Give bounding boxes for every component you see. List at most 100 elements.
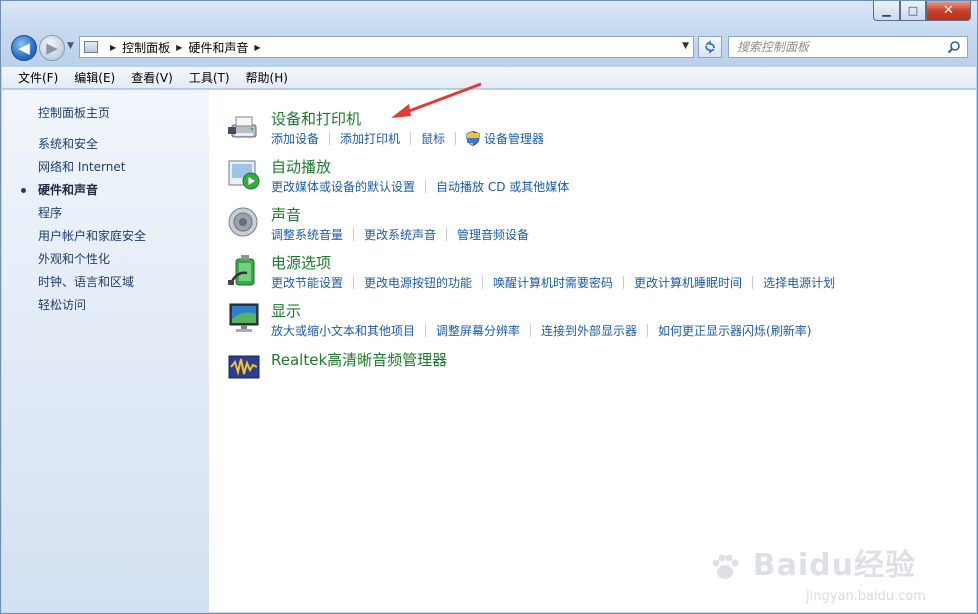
sidebar-item-label: 时钟、语言和区域 [38,275,135,289]
link-add-device[interactable]: 添加设备 [271,130,319,147]
address-bar[interactable]: ▶ 控制面板 ▶ 硬件和声音 ▶ ▼ [79,36,694,58]
sound-links: 调整系统音量 更改系统声音 管理音频设备 [271,226,529,243]
link-divider [623,276,625,289]
link-manage-audio-devices[interactable]: 管理音频设备 [457,226,529,243]
link-change-default-settings[interactable]: 更改媒体或设备的默认设置 [271,178,415,195]
link-choose-power-plan[interactable]: 选择电源计划 [763,274,835,291]
power-options-links: 更改节能设置 更改电源按钮的功能 唤醒计算机时需要密码 更改计算机睡眠时间 选择… [271,274,835,291]
speaker-icon[interactable] [227,205,261,239]
menu-file[interactable]: 文件(F) [8,69,64,86]
link-wake-password[interactable]: 唤醒计算机时需要密码 [493,274,613,291]
link-text-size[interactable]: 放大或缩小文本和其他项目 [271,322,415,339]
search-input[interactable] [737,40,937,54]
link-divider [455,132,457,145]
menu-help[interactable]: 帮助(H) [236,69,294,86]
uac-shield-icon [466,131,480,146]
sidebar-home-link[interactable]: 控制面板主页 [38,104,110,121]
link-mouse[interactable]: 鼠标 [421,130,445,147]
battery-icon[interactable] [227,253,261,287]
link-divider [353,276,355,289]
sidebar-item-label: 网络和 Internet [38,160,126,174]
sidebar-item-label: 硬件和声音 [38,183,99,197]
menu-edit[interactable]: 编辑(E) [64,69,121,86]
link-power-saving-settings[interactable]: 更改节能设置 [271,274,343,291]
link-device-manager-wrap[interactable]: 设备管理器 [466,130,544,147]
forward-button[interactable]: ▶ [39,35,65,61]
menu-view[interactable]: 查看(V) [121,69,179,86]
refresh-button[interactable] [698,36,722,58]
link-change-system-sounds[interactable]: 更改系统声音 [364,226,436,243]
menu-tools[interactable]: 工具(T) [179,69,236,86]
link-sleep-time[interactable]: 更改计算机睡眠时间 [634,274,742,291]
link-divider [425,180,427,193]
link-external-display[interactable]: 连接到外部显示器 [541,322,637,339]
sound-title[interactable]: 声音 [271,204,301,225]
link-divider [410,132,412,145]
sidebar-item-label: 轻松访问 [38,298,87,312]
breadcrumb-chevron-icon[interactable]: ▶ [110,43,116,52]
watermark-brand: Baidu经验 [752,548,916,583]
minimize-button[interactable]: ▁ [873,1,900,21]
control-panel-icon [84,41,98,53]
main-content: 设备和打印机 添加设备 添加打印机 鼠标 设备管理器 自动播放 更改媒体或设备的… [209,82,976,612]
sidebar-item-programs[interactable]: 程序 [38,205,146,228]
autoplay-icon[interactable] [227,157,261,191]
autoplay-links: 更改媒体或设备的默认设置 自动播放 CD 或其他媒体 [271,178,569,195]
realtek-icon[interactable] [227,350,261,384]
link-divider [329,132,331,145]
link-screen-resolution[interactable]: 调整屏幕分辨率 [436,322,520,339]
link-divider [647,324,649,337]
link-adjust-volume[interactable]: 调整系统音量 [271,226,343,243]
link-divider [530,324,532,337]
power-options-title[interactable]: 电源选项 [271,252,331,273]
link-add-printer[interactable]: 添加打印机 [340,130,400,147]
display-title[interactable]: 显示 [271,300,301,321]
navigation-bar: ◀ ▶ ▼ ▶ 控制面板 ▶ 硬件和声音 ▶ ▼ [1,31,977,63]
refresh-icon [705,40,715,54]
search-box[interactable] [728,36,968,58]
search-icon[interactable] [947,40,961,54]
link-refresh-rate[interactable]: 如何更正显示器闪烁(刷新率) [658,322,811,339]
sidebar-item-clock-language[interactable]: 时钟、语言和区域 [38,274,146,297]
display-links: 放大或缩小文本和其他项目 调整屏幕分辨率 连接到外部显示器 如何更正显示器闪烁(… [271,322,811,339]
devices-printers-title[interactable]: 设备和打印机 [271,108,361,129]
link-divider [446,228,448,241]
autoplay-title[interactable]: 自动播放 [271,156,331,177]
realtek-title[interactable]: Realtek高清晰音频管理器 [271,349,447,370]
back-button[interactable]: ◀ [11,35,37,61]
link-divider [482,276,484,289]
breadcrumb-chevron-icon[interactable]: ▶ [176,43,182,52]
sidebar-item-appearance[interactable]: 外观和个性化 [38,251,146,274]
recent-pages-dropdown-icon[interactable]: ▼ [67,41,74,51]
sidebar-category-list: 系统和安全 网络和 Internet 硬件和声音 程序 用户帐户和家庭安全 外观… [21,136,146,320]
window-controls: ▁ □ ✕ [873,1,971,21]
sidebar-item-hardware-sound[interactable]: 硬件和声音 [21,182,146,205]
sidebar-item-user-accounts[interactable]: 用户帐户和家庭安全 [38,228,146,251]
link-divider [752,276,754,289]
title-bar: ▁ □ ✕ [1,1,977,27]
annotation-arrow-icon [391,82,482,118]
monitor-icon[interactable] [227,301,261,335]
sidebar-item-ease-of-access[interactable]: 轻松访问 [38,297,146,320]
active-bullet-icon [21,188,26,193]
close-button[interactable]: ✕ [926,1,971,21]
sidebar-item-network[interactable]: 网络和 Internet [38,159,146,182]
sidebar-item-label: 用户帐户和家庭安全 [38,229,147,243]
link-power-button-function[interactable]: 更改电源按钮的功能 [364,274,472,291]
sidebar-item-system-security[interactable]: 系统和安全 [38,136,146,159]
watermark-url: jingyan.baidu.com [806,589,926,604]
breadcrumb-hardware-sound[interactable]: 硬件和声音 [188,39,248,56]
printer-icon[interactable] [227,109,261,143]
link-device-manager[interactable]: 设备管理器 [484,130,544,147]
control-panel-window: ▁ □ ✕ ◀ ▶ ▼ ▶ 控制面板 ▶ 硬件和声音 ▶ ▼ 搜索控制面板 文件… [0,0,978,614]
baidu-jingyan-watermark: Baidu经验 [709,540,916,584]
baidu-paw-icon [712,554,739,579]
sidebar-item-label: 外观和个性化 [38,252,111,266]
devices-printers-links: 添加设备 添加打印机 鼠标 设备管理器 [271,130,544,147]
breadcrumb-chevron-icon[interactable]: ▶ [254,43,260,52]
maximize-button[interactable]: □ [900,1,926,21]
address-dropdown-icon[interactable]: ▼ [682,41,689,51]
breadcrumb-control-panel[interactable]: 控制面板 [122,39,170,56]
link-autoplay-cd[interactable]: 自动播放 CD 或其他媒体 [436,178,569,195]
sidebar-item-label: 系统和安全 [38,137,99,151]
